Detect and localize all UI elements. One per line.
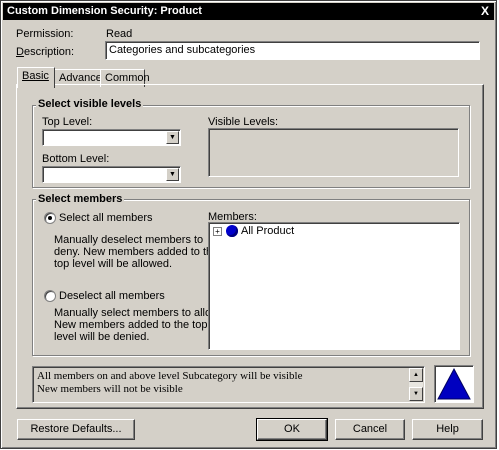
close-icon[interactable]: X (478, 3, 492, 20)
status-line-1: All members on and above level Subcatego… (37, 370, 303, 382)
visible-levels-title: Select visible levels (36, 98, 144, 110)
scroll-down-icon[interactable]: ▼ (409, 387, 423, 401)
tab-basic[interactable]: Basic (17, 67, 55, 88)
dialog-window: Custom Dimension Security: Product X Per… (0, 0, 497, 449)
triangle-icon (437, 367, 471, 400)
member-node-icon (226, 225, 238, 237)
deselect-all-radio[interactable] (44, 290, 56, 302)
visible-levels-label: Visible Levels: (208, 116, 279, 128)
permission-label: Permission: (16, 28, 74, 40)
expand-icon[interactable]: + (213, 227, 222, 236)
bottom-level-label: Bottom Level: (42, 153, 110, 165)
visible-levels-list[interactable] (208, 128, 459, 177)
ok-button[interactable]: OK (256, 418, 328, 441)
tab-panel-basic: Select visible levels Top Level: ▼ Botto… (16, 84, 484, 409)
select-all-label[interactable]: Select all members (59, 212, 153, 224)
description-input[interactable]: Categories and subcategories (105, 41, 480, 60)
permission-value: Read (106, 28, 133, 40)
top-level-label: Top Level: (42, 116, 93, 128)
description-label-rest: escription: (23, 46, 75, 58)
select-all-radio[interactable] (44, 212, 56, 224)
status-message: All members on and above level Subcatego… (32, 366, 425, 403)
description-label: Description: (16, 46, 75, 58)
bottom-level-select[interactable]: ▼ (42, 166, 181, 183)
scroll-up-icon[interactable]: ▲ (409, 368, 423, 382)
status-scrollbar[interactable]: ▲ ▼ (409, 368, 423, 401)
members-tree[interactable]: + All Product (208, 222, 460, 350)
tab-basic-label: Basic (22, 70, 49, 82)
tab-common-label: Common (105, 72, 150, 84)
indicator-box (434, 365, 474, 403)
top-level-select[interactable]: ▼ (42, 129, 181, 146)
select-all-description: Manually deselect members to deny. New m… (54, 234, 219, 270)
help-button[interactable]: Help (412, 419, 483, 440)
members-title: Select members (36, 193, 125, 205)
title-bar: Custom Dimension Security: Product X (3, 3, 494, 20)
restore-defaults-button[interactable]: Restore Defaults... (17, 419, 135, 440)
window-title: Custom Dimension Security: Product (7, 5, 202, 17)
radio-selected-dot (48, 216, 52, 220)
tree-item-all-product[interactable]: All Product (241, 225, 294, 237)
cancel-button[interactable]: Cancel (335, 419, 405, 440)
status-line-2: New members will not be visible (37, 383, 183, 395)
deselect-all-label[interactable]: Deselect all members (59, 290, 165, 302)
chevron-down-icon[interactable]: ▼ (166, 168, 179, 181)
chevron-down-icon[interactable]: ▼ (166, 131, 179, 144)
deselect-all-description: Manually select members to allow. New me… (54, 307, 222, 343)
